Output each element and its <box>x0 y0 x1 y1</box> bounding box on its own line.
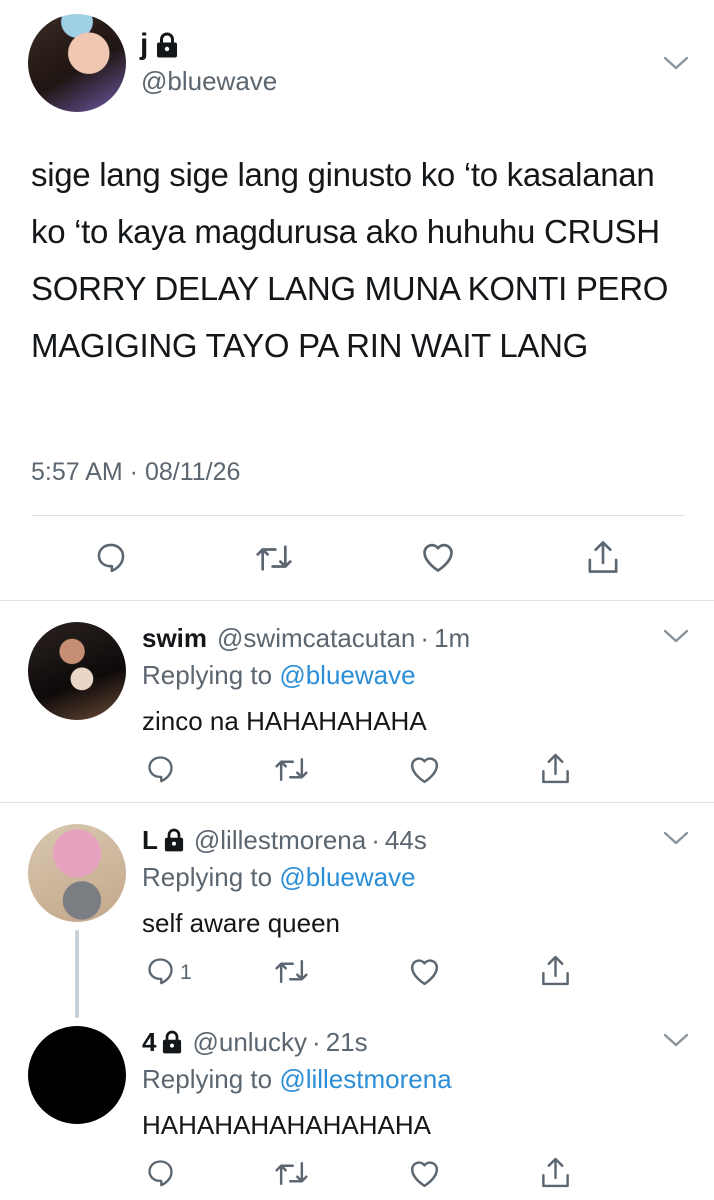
share-icon[interactable] <box>539 751 572 786</box>
replying-to: Replying to @bluewave <box>142 862 416 893</box>
handle[interactable]: @unlucky <box>192 1027 307 1058</box>
separator-dot: · <box>420 622 430 653</box>
tweet-text: sige lang sige lang ginusto ko ‘to kasal… <box>31 156 669 364</box>
thread-line <box>75 930 79 1018</box>
mention-link[interactable]: @bluewave <box>279 862 415 892</box>
divider <box>0 802 714 803</box>
reply-count: 1 <box>180 961 192 984</box>
avatar[interactable] <box>28 622 126 720</box>
separator-dot: · <box>312 1026 321 1057</box>
mention-link[interactable]: @bluewave <box>279 660 415 690</box>
lock-icon <box>164 828 184 852</box>
reply-text: self aware queen <box>142 908 341 938</box>
heart-icon[interactable] <box>408 754 441 785</box>
display-name-text: j <box>140 28 149 61</box>
display-name[interactable]: j <box>140 28 178 62</box>
lock-icon <box>156 32 178 58</box>
handle[interactable]: @swimcatacutan <box>217 623 415 654</box>
replying-to: Replying to @lillestmorena <box>142 1064 452 1095</box>
lock-icon <box>162 1030 182 1054</box>
heart-icon[interactable] <box>420 540 456 574</box>
handle[interactable]: @lillestmorena <box>194 825 366 856</box>
reply-icon[interactable] <box>145 753 176 784</box>
chevron-down-icon[interactable] <box>663 628 689 644</box>
reply-text: HAHAHAHAHAHAHAHA <box>142 1110 431 1140</box>
reply-time[interactable]: 1m <box>434 623 470 654</box>
share-icon[interactable] <box>539 1155 572 1190</box>
share-icon[interactable] <box>585 538 621 576</box>
avatar[interactable] <box>28 1026 126 1124</box>
divider <box>31 515 685 516</box>
replying-label: Replying to <box>142 1064 273 1094</box>
reply-header: L @lillestmorena · 44s <box>142 824 427 856</box>
reply-icon[interactable] <box>145 1157 176 1188</box>
reply-time[interactable]: 21s <box>326 1027 368 1058</box>
separator-dot: · <box>371 824 380 855</box>
heart-icon[interactable] <box>408 1158 441 1189</box>
replying-label: Replying to <box>142 660 273 690</box>
display-name[interactable]: 4 <box>142 1027 182 1058</box>
reply-time[interactable]: 44s <box>385 825 427 856</box>
chevron-down-icon[interactable] <box>663 1032 689 1048</box>
display-name-text: 4 <box>142 1026 157 1057</box>
mention-link[interactable]: @lillestmorena <box>279 1064 451 1094</box>
retweet-icon[interactable] <box>273 1158 310 1189</box>
chevron-down-icon[interactable] <box>663 55 689 71</box>
replying-label: Replying to <box>142 862 273 892</box>
reply-icon[interactable] <box>145 955 176 986</box>
tweet-timestamp[interactable]: 5:57 AM · 08/11/26 <box>31 458 240 487</box>
heart-icon[interactable] <box>408 956 441 987</box>
retweet-icon[interactable] <box>273 956 310 987</box>
reply-icon[interactable] <box>94 540 128 574</box>
chevron-down-icon[interactable] <box>663 830 689 846</box>
retweet-icon[interactable] <box>273 754 310 785</box>
avatar[interactable] <box>28 14 126 112</box>
retweet-icon[interactable] <box>254 541 294 575</box>
handle[interactable]: @bluewave <box>141 66 277 97</box>
divider <box>0 600 714 601</box>
display-name-text: L <box>142 824 158 855</box>
reply-header: 4 @unlucky · 21s <box>142 1026 368 1058</box>
replying-to: Replying to @bluewave <box>142 660 416 691</box>
share-icon[interactable] <box>539 953 572 988</box>
reply-text: zinco na HAHAHAHAHA <box>142 706 427 736</box>
reply-header: swim @swimcatacutan · 1m <box>142 622 470 654</box>
display-name[interactable]: L <box>142 825 184 856</box>
display-name[interactable]: swim <box>142 623 207 654</box>
avatar[interactable] <box>28 824 126 922</box>
